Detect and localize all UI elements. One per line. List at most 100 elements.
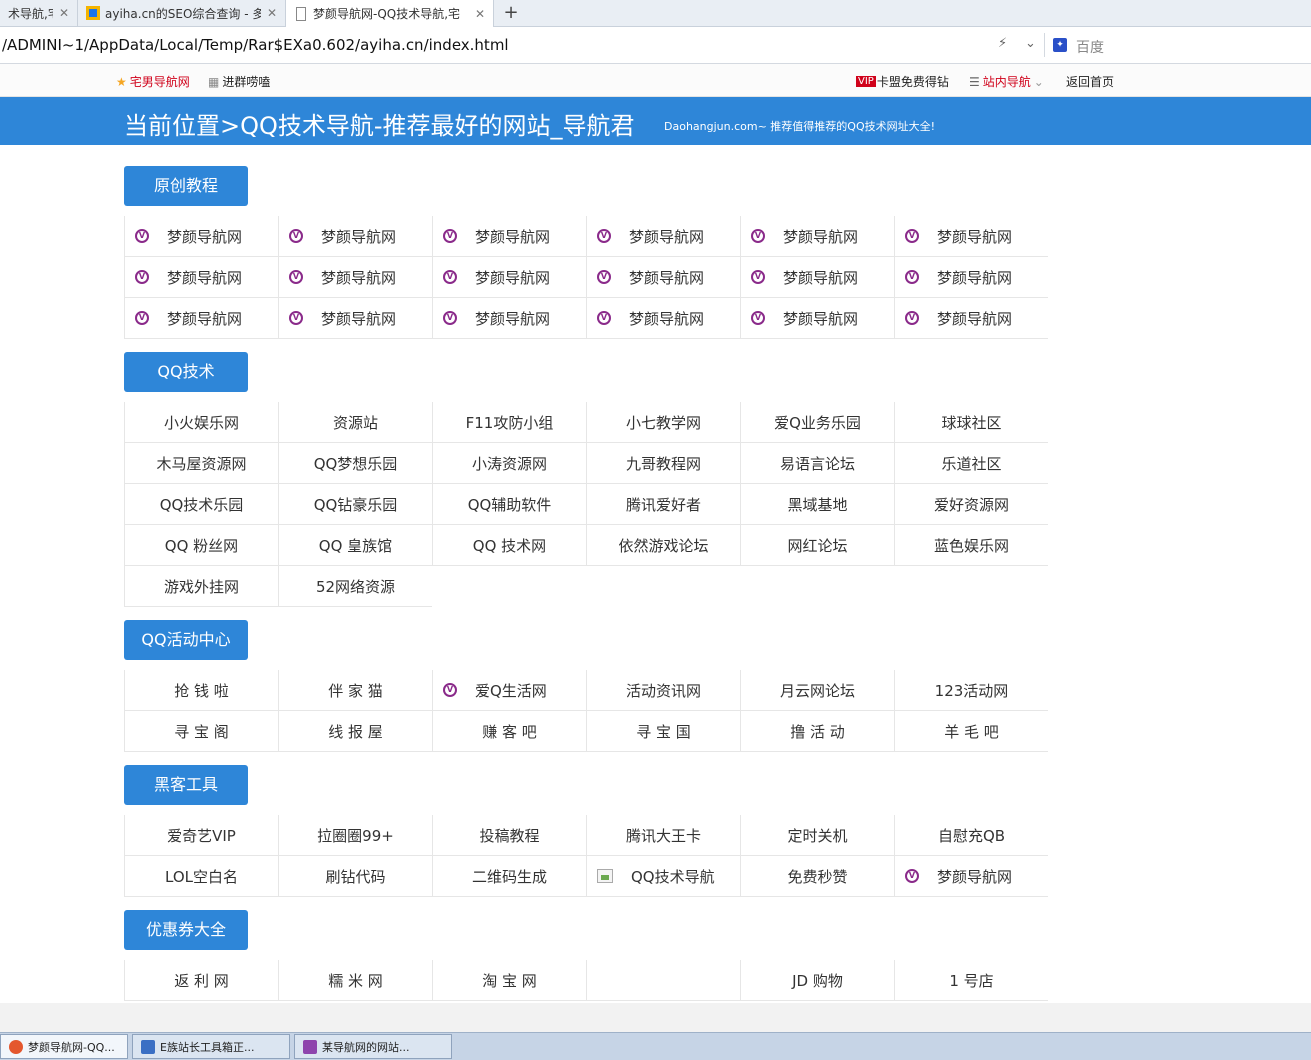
link-item[interactable]: QQ 粉丝网	[124, 525, 278, 566]
link-item[interactable]: 腾讯爱好者	[586, 484, 740, 525]
link-item[interactable]: V 梦颜导航网	[432, 298, 586, 339]
link-item[interactable]: V 梦颜导航网	[124, 216, 278, 257]
link-item[interactable]: F11攻防小组	[432, 402, 586, 443]
link-item[interactable]: 易语言论坛	[740, 443, 894, 484]
link-item[interactable]: V 梦颜导航网	[740, 298, 894, 339]
link-item[interactable]: 定时关机	[740, 815, 894, 856]
link-item[interactable]: 依然游戏论坛	[586, 525, 740, 566]
link-item[interactable]: 腾讯大王卡	[586, 815, 740, 856]
section-title-button[interactable]: 优惠券大全	[124, 910, 248, 950]
link-item[interactable]: 小涛资源网	[432, 443, 586, 484]
link-item[interactable]: 二维码生成	[432, 856, 586, 897]
link-item[interactable]: V 梦颜导航网	[894, 257, 1048, 298]
link-item[interactable]: V 梦颜导航网	[124, 298, 278, 339]
close-icon[interactable]: ✕	[475, 7, 485, 21]
chevron-down-icon[interactable]: ⌄	[1025, 36, 1036, 51]
link-item[interactable]: QQ 皇族馆	[278, 525, 432, 566]
link-item[interactable]: QQ辅助软件	[432, 484, 586, 525]
link-item[interactable]: V 梦颜导航网	[586, 298, 740, 339]
link-item[interactable]: V 梦颜导航网	[124, 257, 278, 298]
link-item[interactable]: 爱奇艺VIP	[124, 815, 278, 856]
link-item[interactable]: 免费秒赞	[740, 856, 894, 897]
link-item[interactable]: 球球社区	[894, 402, 1048, 443]
link-item[interactable]: 投稿教程	[432, 815, 586, 856]
link-item[interactable]: 糯 米 网	[278, 960, 432, 1001]
link-item[interactable]: 抢 钱 啦	[124, 670, 278, 711]
browser-tab-1[interactable]: 术导航,宅 ✕	[0, 0, 78, 26]
link-item[interactable]: 拉圈圈99+	[278, 815, 432, 856]
link-item[interactable]: JD 购物	[740, 960, 894, 1001]
link-item[interactable]: 线 报 屋	[278, 711, 432, 752]
section-title-button[interactable]: 黑客工具	[124, 765, 248, 805]
link-item[interactable]: 资源站	[278, 402, 432, 443]
link-item[interactable]: 月云网论坛	[740, 670, 894, 711]
link-item[interactable]: 九哥教程网	[586, 443, 740, 484]
link-item[interactable]: LOL空白名	[124, 856, 278, 897]
link-item[interactable]: QQ技术导航	[586, 856, 740, 897]
fav-join-group[interactable]: ▦ 进群唠嗑	[208, 73, 270, 90]
link-label: 免费秒赞	[787, 867, 848, 886]
section-title-button[interactable]: 原创教程	[124, 166, 248, 206]
link-item[interactable]: 寻 宝 国	[586, 711, 740, 752]
link-item[interactable]: QQ 技术网	[432, 525, 586, 566]
section-title-button[interactable]: QQ活动中心	[124, 620, 248, 660]
link-item[interactable]: V 梦颜导航网	[432, 257, 586, 298]
link-item[interactable]: V 梦颜导航网	[894, 856, 1048, 897]
link-item[interactable]: 淘 宝 网	[432, 960, 586, 1001]
new-tab-button[interactable]: +	[500, 2, 522, 24]
link-item[interactable]: 黑域基地	[740, 484, 894, 525]
search-input[interactable]: ✦ 百度	[1044, 33, 1311, 57]
link-item[interactable]: 赚 客 吧	[432, 711, 586, 752]
link-item[interactable]: 52网络资源	[278, 566, 432, 607]
link-item[interactable]: QQ技术乐园	[124, 484, 278, 525]
url-input[interactable]: /ADMINI~1/AppData/Local/Temp/Rar$EXa0.60…	[2, 36, 509, 54]
link-item[interactable]: QQ钻豪乐园	[278, 484, 432, 525]
link-item[interactable]: QQ梦想乐园	[278, 443, 432, 484]
link-item[interactable]: V 梦颜导航网	[278, 298, 432, 339]
link-item[interactable]: 爱Q业务乐园	[740, 402, 894, 443]
lightning-icon[interactable]: ⚡	[998, 36, 1007, 51]
link-item[interactable]: 活动资讯网	[586, 670, 740, 711]
link-item[interactable]: 羊 毛 吧	[894, 711, 1048, 752]
link-item[interactable]: V 梦颜导航网	[894, 298, 1048, 339]
link-item[interactable]: 爱好资源网	[894, 484, 1048, 525]
fav-kameng[interactable]: VIP 卡盟免费得钻	[856, 73, 949, 90]
link-item[interactable]: 返 利 网	[124, 960, 278, 1001]
fav-home[interactable]: 返回首页	[1066, 73, 1114, 90]
link-item[interactable]: V 梦颜导航网	[278, 257, 432, 298]
link-item[interactable]: V 梦颜导航网	[740, 257, 894, 298]
taskbar-item-archive[interactable]: 某导航网的网站...	[294, 1034, 452, 1059]
link-item[interactable]: 网红论坛	[740, 525, 894, 566]
close-icon[interactable]: ✕	[59, 6, 69, 20]
link-item[interactable]: 小七教学网	[586, 402, 740, 443]
link-item[interactable]: 刷钻代码	[278, 856, 432, 897]
link-item[interactable]: 乐道社区	[894, 443, 1048, 484]
link-item[interactable]: 木马屋资源网	[124, 443, 278, 484]
link-item[interactable]: 撸 活 动	[740, 711, 894, 752]
link-item[interactable]: 1 号店	[894, 960, 1048, 1001]
link-item[interactable]: V 梦颜导航网	[740, 216, 894, 257]
taskbar-item-browser[interactable]: 梦颜导航网-QQ...	[0, 1034, 128, 1059]
link-item[interactable]	[586, 960, 740, 1001]
link-item[interactable]: 自慰充QB	[894, 815, 1048, 856]
fav-zhainan[interactable]: ★ 宅男导航网	[116, 73, 190, 90]
link-item[interactable]: V 梦颜导航网	[586, 216, 740, 257]
section-title-button[interactable]: QQ技术	[124, 352, 248, 392]
link-item[interactable]: 小火娱乐网	[124, 402, 278, 443]
link-item[interactable]: 寻 宝 阁	[124, 711, 278, 752]
link-item[interactable]: 伴 家 猫	[278, 670, 432, 711]
link-item[interactable]: V 梦颜导航网	[586, 257, 740, 298]
link-item[interactable]: 游戏外挂网	[124, 566, 278, 607]
browser-tab-3[interactable]: 梦颜导航网-QQ技术导航,宅 ✕	[286, 0, 494, 27]
page-subtitle: Daohangjun.com~ 推荐值得推荐的QQ技术网址大全!	[664, 120, 936, 133]
close-icon[interactable]: ✕	[267, 6, 277, 20]
fav-site-nav[interactable]: ☰ 站内导航 ⌄	[969, 73, 1044, 90]
browser-tab-2[interactable]: ayiha.cn的SEO综合查询 - 多 ✕	[78, 0, 286, 26]
link-item[interactable]: 蓝色娱乐网	[894, 525, 1048, 566]
taskbar-item-tools[interactable]: E族站长工具箱正...	[132, 1034, 290, 1059]
link-item[interactable]: V 梦颜导航网	[894, 216, 1048, 257]
link-item[interactable]: V 爱Q生活网	[432, 670, 586, 711]
link-item[interactable]: V 梦颜导航网	[432, 216, 586, 257]
link-item[interactable]: V 梦颜导航网	[278, 216, 432, 257]
link-item[interactable]: 123活动网	[894, 670, 1048, 711]
